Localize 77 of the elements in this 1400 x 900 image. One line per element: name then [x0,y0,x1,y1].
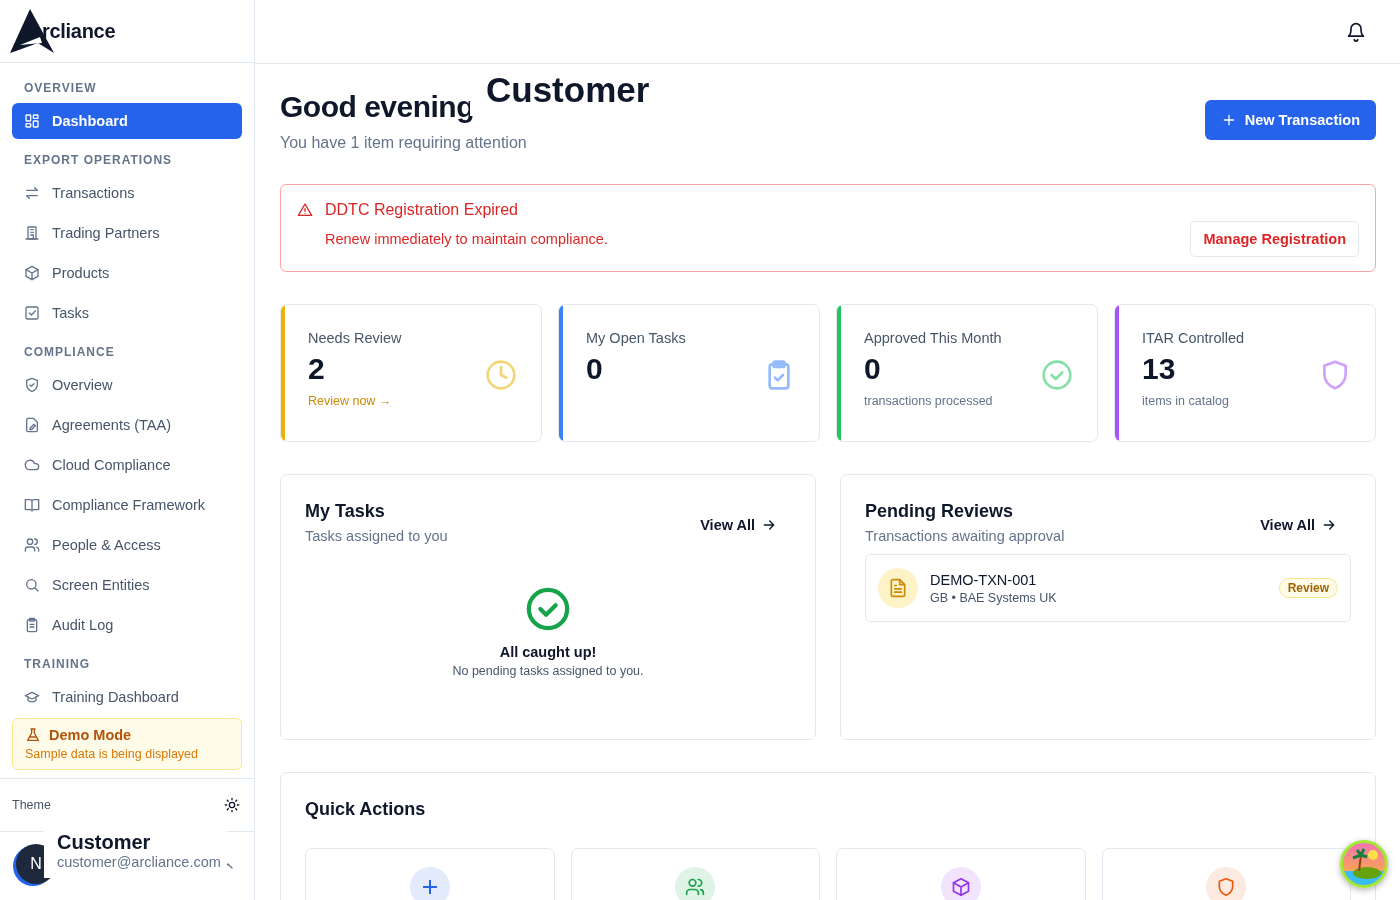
warning-icon [297,202,313,218]
section-title: Quick Actions [305,799,427,820]
grid-icon [24,113,40,129]
notifications-button[interactable] [1346,21,1366,42]
section-heading: TRAINING [23,656,91,673]
cloud-icon [24,457,40,473]
alert-title: DDTC Registration Expired [325,201,518,219]
sidebar-item[interactable]: Screen Entities [12,567,242,603]
theme-toggle[interactable] [224,797,240,813]
sidebar-item[interactable]: Dashboard [12,103,242,139]
sidebar-item[interactable]: Agreements (TAA) [12,407,242,443]
building-icon [24,225,40,241]
section-heading: EXPORT OPERATIONS [23,152,174,169]
demo-text: Sample data is being displayed [25,747,200,761]
section-heading: COMPLIANCE [23,344,116,361]
check-circle-icon [525,586,571,632]
transaction-meta: GB • BAE Systems UK [930,590,1057,605]
check-circle-icon [1041,359,1073,391]
document-icon [888,578,908,598]
shield-icon [24,377,40,393]
stat-value: 0 [864,352,881,386]
stat-label: My Open Tasks [586,330,687,346]
demo-title: Demo Mode [49,727,132,743]
transaction-id: DEMO-TXN-001 [930,571,1038,588]
view-all-link[interactable]: View All [1260,517,1351,533]
card-subtitle: Transactions awaiting approval [865,528,1065,544]
view-all-link[interactable]: View All [700,517,791,533]
new-transaction-button[interactable]: New Transaction [1204,100,1376,140]
box-icon [24,265,40,281]
flask-icon [25,727,41,743]
stat-value: 0 [586,352,603,386]
sidebar-item[interactable]: Cloud Compliance [12,447,242,483]
stat-value: 13 [1142,352,1176,386]
attention-subtitle: You have 1 item requiring attention [280,134,527,152]
stat-label: Approved This Month [864,330,1003,346]
card-title: My Tasks [305,501,386,522]
sidebar-item[interactable]: Tasks [12,295,242,331]
empty-title: All caught up! [499,644,597,660]
bell-icon [1346,21,1366,42]
user-name: Customer [57,830,152,854]
stat-label: ITAR Controlled [1142,330,1246,346]
document-edit-icon [24,417,40,433]
empty-text: No pending tasks assigned to you. [452,664,644,678]
people-icon [24,537,40,553]
book-icon [24,497,40,513]
card-subtitle: Tasks assigned to you [305,528,448,544]
theme-label: Theme [12,798,51,812]
section-heading: OVERVIEW [23,80,98,97]
clipboard-icon [24,617,40,633]
user-email: customer@arcliance.com [57,854,221,870]
sidebar-item[interactable]: Trading Partners [12,215,242,251]
stat-note: items in catalog [1142,394,1230,408]
floating-widget-button[interactable] [1340,840,1388,888]
sidebar-item[interactable]: Compliance Framework [12,487,242,523]
alert-text: Renew immediately to maintain compliance. [325,231,608,247]
sidebar-item[interactable]: People & Access [12,527,242,563]
sidebar-item[interactable]: Transactions [12,175,242,211]
sun-icon [224,797,240,813]
arrows-icon [24,185,40,201]
sidebar-item[interactable]: Overview [12,367,242,403]
logo-text: rcliance [42,19,116,43]
clock-icon [485,359,517,391]
checkbox-icon [24,305,40,321]
stat-note: transactions processed [864,394,994,408]
manage-registration-button[interactable]: Manage Registration [1190,221,1359,257]
stat-value: 2 [308,352,325,386]
sidebar-item[interactable]: Audit Log [12,607,242,643]
stat-label: Needs Review [308,330,403,346]
search-icon [24,577,40,593]
review-item[interactable]: DEMO-TXN-001 GB • BAE Systems UK Review [865,554,1351,622]
graduation-cap-icon [24,689,40,705]
status-badge: Review [1278,578,1338,598]
arrow-right-icon [761,517,777,533]
card-title: Pending Reviews [865,501,1015,522]
sidebar-item[interactable]: Products [12,255,242,291]
sidebar-item[interactable]: Training Dashboard [12,679,242,715]
arrow-right-icon [1321,517,1337,533]
